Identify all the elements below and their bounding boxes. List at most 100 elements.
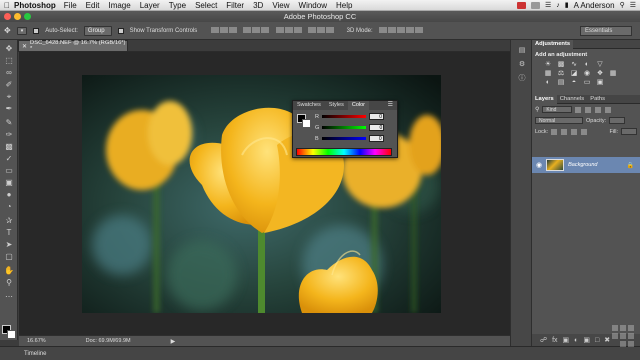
new-adjustment-layer-icon[interactable]: ◐ bbox=[574, 337, 578, 344]
blue-channel-value[interactable]: 0 bbox=[368, 135, 384, 142]
opacity-field[interactable] bbox=[609, 117, 626, 124]
lock-pixels-icon[interactable] bbox=[561, 128, 568, 135]
layer-style-icon[interactable]: fx bbox=[552, 337, 557, 344]
green-channel-slider[interactable] bbox=[322, 126, 367, 129]
tab-swatches[interactable]: Swatches bbox=[293, 101, 325, 110]
crop-tool-icon[interactable]: ⌖ bbox=[4, 92, 14, 101]
move-tool-icon[interactable]: ✥ bbox=[4, 44, 14, 53]
history-panel-icon[interactable]: ▤ bbox=[517, 46, 527, 55]
minimize-window-button[interactable] bbox=[14, 13, 21, 20]
status-app-icon[interactable] bbox=[517, 1, 527, 9]
type-tool-icon[interactable]: T bbox=[4, 228, 14, 237]
document-size[interactable]: Doc: 69.9M/69.9M bbox=[86, 338, 131, 344]
app-menu[interactable]: Photoshop bbox=[14, 1, 56, 10]
menu-layer[interactable]: Layer bbox=[140, 1, 160, 10]
marquee-tool-icon[interactable]: ⬚ bbox=[4, 56, 14, 65]
more-tools-icon[interactable]: ⋯ bbox=[4, 292, 14, 301]
menu-window[interactable]: Window bbox=[299, 1, 327, 10]
tab-paths[interactable]: Paths bbox=[587, 95, 608, 104]
brush-tool-icon[interactable]: ✑ bbox=[4, 130, 14, 139]
history-brush-tool-icon[interactable]: ✓ bbox=[4, 154, 14, 163]
distribute-icons[interactable] bbox=[275, 26, 335, 35]
distribute-middle-icon[interactable] bbox=[284, 26, 293, 33]
red-channel-value[interactable]: 0 bbox=[368, 113, 384, 120]
user-menu[interactable]: A Anderson bbox=[574, 1, 615, 10]
3d-scale-icon[interactable] bbox=[414, 26, 423, 33]
dodge-tool-icon[interactable]: ◔ bbox=[4, 202, 14, 211]
add-mask-icon[interactable]: ▣ bbox=[563, 336, 570, 344]
layer-row-background[interactable]: ◉ Background 🔒 bbox=[532, 157, 640, 173]
align-right-icon[interactable] bbox=[260, 26, 269, 33]
filter-type-icon[interactable] bbox=[595, 106, 602, 113]
posterize-icon[interactable]: ▤ bbox=[557, 79, 565, 86]
menu-select[interactable]: Select bbox=[195, 1, 217, 10]
3d-roll-icon[interactable] bbox=[387, 26, 396, 33]
tab-channels[interactable]: Channels bbox=[557, 95, 588, 104]
exposure-icon[interactable]: ◐ bbox=[583, 61, 591, 68]
lasso-tool-icon[interactable]: ∞ bbox=[4, 68, 14, 77]
vibrance-icon[interactable]: ▽ bbox=[596, 61, 604, 68]
channel-mixer-icon[interactable]: ❖ bbox=[596, 70, 604, 77]
pen-tool-icon[interactable]: ✰ bbox=[4, 216, 14, 225]
tab-styles[interactable]: Styles bbox=[325, 101, 348, 110]
notification-list-icon[interactable]: ☰ bbox=[630, 1, 636, 9]
filter-pixel-icon[interactable] bbox=[575, 106, 582, 113]
filter-shape-icon[interactable] bbox=[605, 106, 612, 113]
align-icons[interactable] bbox=[211, 26, 270, 35]
align-bottom-icon[interactable] bbox=[229, 26, 238, 33]
distribute-center-icon[interactable] bbox=[316, 26, 325, 33]
filter-adjustment-icon[interactable] bbox=[585, 106, 592, 113]
invert-icon[interactable]: ◐ bbox=[544, 79, 552, 86]
eraser-tool-icon[interactable]: ▭ bbox=[4, 166, 14, 175]
layer-name[interactable]: Background bbox=[568, 162, 597, 168]
menu-help[interactable]: Help bbox=[336, 1, 352, 10]
lock-all-icon[interactable] bbox=[581, 128, 588, 135]
status-app-icon-2[interactable] bbox=[531, 1, 541, 9]
panel-menu-icon[interactable]: ☰ bbox=[384, 101, 397, 110]
properties-panel-icon[interactable]: ⚙ bbox=[517, 60, 527, 69]
tab-adjustments[interactable]: Adjustments bbox=[532, 39, 574, 49]
spotlight-search-icon[interactable]: ⚲ bbox=[620, 1, 625, 9]
rectangle-tool-icon[interactable]: ▢ bbox=[4, 252, 14, 261]
align-left-icon[interactable] bbox=[242, 26, 251, 33]
kind-filter-dropdown[interactable]: Kind bbox=[542, 106, 573, 113]
distribute-bottom-icon[interactable] bbox=[293, 26, 302, 33]
move-tool-icon[interactable]: ✥ bbox=[4, 26, 11, 35]
distribute-left-icon[interactable] bbox=[307, 26, 316, 33]
auto-select-dropdown[interactable]: Group bbox=[83, 25, 112, 36]
quick-selection-tool-icon[interactable]: ✐ bbox=[4, 80, 14, 89]
delete-layer-icon[interactable]: ✖ bbox=[604, 336, 610, 344]
battery-icon[interactable]: ▮ bbox=[565, 1, 569, 9]
threshold-icon[interactable]: ◓ bbox=[570, 79, 578, 86]
workspace-switcher[interactable]: Essentials bbox=[580, 26, 632, 36]
3d-slide-icon[interactable] bbox=[405, 26, 414, 33]
3d-pan-icon[interactable] bbox=[396, 26, 405, 33]
color-lookup-icon[interactable]: ▦ bbox=[609, 70, 617, 77]
3d-rotate-icon[interactable] bbox=[378, 26, 387, 33]
fill-field[interactable] bbox=[621, 128, 637, 135]
background-color-swatch[interactable] bbox=[7, 330, 16, 339]
clone-stamp-tool-icon[interactable]: ▩ bbox=[4, 142, 14, 151]
menu-3d[interactable]: 3D bbox=[253, 1, 263, 10]
volume-icon[interactable]: ♪ bbox=[556, 2, 560, 9]
black-white-icon[interactable]: ◪ bbox=[570, 70, 578, 77]
lock-position-icon[interactable] bbox=[571, 128, 578, 135]
status-arrow-icon[interactable]: ▶ bbox=[171, 338, 176, 345]
menu-type[interactable]: Type bbox=[169, 1, 186, 10]
layer-visibility-eye-icon[interactable]: ◉ bbox=[536, 161, 542, 169]
document-tab[interactable]: ✕ DSC_6428.NEF @ 16.7% (RGB/16*) * bbox=[18, 40, 128, 52]
gradient-map-icon[interactable]: ▭ bbox=[583, 79, 591, 86]
distribute-right-icon[interactable] bbox=[325, 26, 334, 33]
menu-edit[interactable]: Edit bbox=[86, 1, 100, 10]
transform-controls-checkbox[interactable] bbox=[117, 27, 124, 34]
lock-transparent-icon[interactable] bbox=[551, 128, 558, 135]
blend-mode-dropdown[interactable]: Normal bbox=[535, 117, 583, 124]
close-document-icon[interactable]: ✕ bbox=[22, 43, 27, 50]
timeline-panel-bar[interactable]: Timeline bbox=[0, 346, 640, 360]
align-top-icon[interactable] bbox=[211, 26, 220, 33]
hand-tool-icon[interactable]: ✋ bbox=[4, 266, 14, 275]
selective-color-icon[interactable]: ▣ bbox=[596, 79, 604, 86]
zoom-tool-icon[interactable]: ⚲ bbox=[4, 278, 14, 287]
link-layers-icon[interactable]: ☍ bbox=[540, 336, 547, 344]
align-middle-icon[interactable] bbox=[220, 26, 229, 33]
